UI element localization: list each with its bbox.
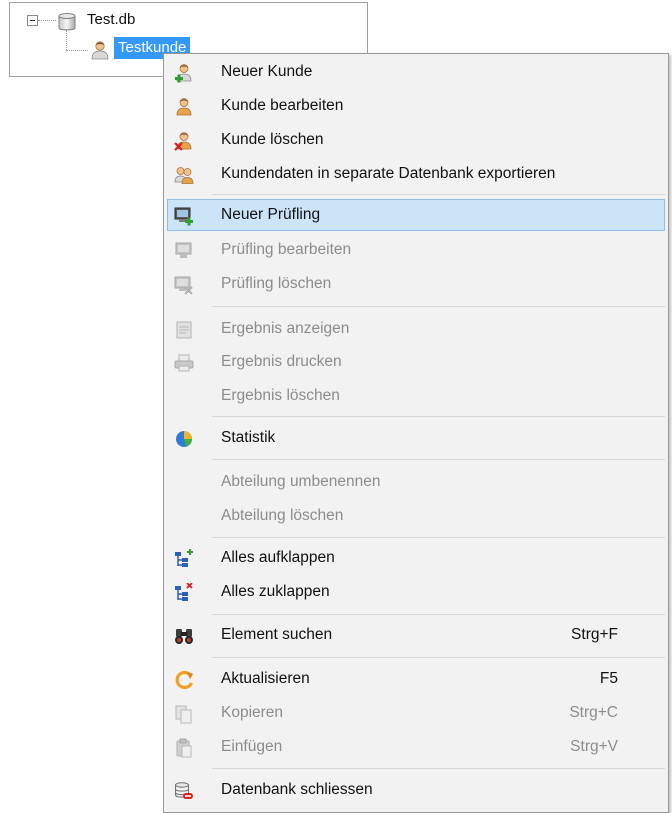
menu-item-label: Kunde löschen xyxy=(221,131,324,148)
menu-item-label: Neuer Kunde xyxy=(221,63,313,80)
menu-item-find-element[interactable]: Element suchen Strg+F xyxy=(167,619,665,651)
menu-item-shortcut: Strg+V xyxy=(570,738,618,755)
menu-item-edit-customer[interactable]: Kunde bearbeiten xyxy=(167,90,665,122)
collapse-all-icon xyxy=(175,583,193,601)
database-icon xyxy=(58,13,76,31)
menu-item-collapse-all[interactable]: Alles zuklappen xyxy=(167,576,665,608)
export-customers-icon xyxy=(174,167,194,184)
paste-icon xyxy=(176,738,192,758)
add-customer-icon xyxy=(175,64,192,83)
menu-item-delete-department[interactable]: Abteilung löschen xyxy=(167,500,665,532)
menu-separator xyxy=(212,537,665,538)
menu-item-label: Einfügen xyxy=(221,738,283,755)
menu-separator xyxy=(212,416,665,417)
expand-all-icon xyxy=(175,549,193,567)
refresh-icon xyxy=(175,670,193,690)
edit-device-icon xyxy=(175,242,192,258)
tree-connector xyxy=(66,30,67,50)
menu-item-label: Element suchen xyxy=(221,626,333,643)
menu-item-copy[interactable]: Kopieren Strg+C xyxy=(167,697,665,729)
collapse-toggle[interactable] xyxy=(27,15,38,26)
printer-icon xyxy=(174,354,194,372)
menu-item-delete-result[interactable]: Ergebnis löschen xyxy=(167,380,665,412)
menu-separator xyxy=(212,194,665,195)
menu-item-label: Abteilung umbenennen xyxy=(221,473,381,490)
menu-item-label: Prüfling bearbeiten xyxy=(221,241,352,258)
menu-item-shortcut: Strg+F xyxy=(571,626,618,643)
tree-root-label[interactable]: Test.db xyxy=(87,11,135,28)
copy-icon xyxy=(175,705,192,724)
menu-item-delete-device[interactable]: Prüfling löschen xyxy=(167,268,665,300)
statistics-pie-icon xyxy=(176,431,192,447)
customer-icon xyxy=(91,41,109,60)
menu-separator xyxy=(212,768,665,769)
menu-separator xyxy=(212,614,665,615)
tree-connector xyxy=(38,20,56,21)
menu-item-label: Kunde bearbeiten xyxy=(221,97,344,114)
menu-item-label: Ergebnis anzeigen xyxy=(221,320,350,337)
binoculars-icon xyxy=(175,629,193,644)
menu-item-label: Alles aufklappen xyxy=(221,549,335,566)
menu-item-statistics[interactable]: Statistik xyxy=(167,422,665,454)
menu-item-delete-customer[interactable]: Kunde löschen xyxy=(167,124,665,156)
menu-item-label: Aktualisieren xyxy=(221,670,310,687)
menu-separator xyxy=(212,306,665,307)
menu-item-label: Statistik xyxy=(221,429,276,446)
menu-item-label: Ergebnis löschen xyxy=(221,387,340,404)
close-database-icon xyxy=(175,782,193,799)
menu-item-refresh[interactable]: Aktualisieren F5 xyxy=(167,663,665,695)
menu-item-label: Kundendaten in separate Datenbank export… xyxy=(221,165,556,182)
menu-item-export-customers[interactable]: Kundendaten in separate Datenbank export… xyxy=(167,158,665,190)
menu-item-shortcut: F5 xyxy=(599,670,618,687)
menu-item-label: Kopieren xyxy=(221,704,284,721)
menu-item-close-database[interactable]: Datenbank schliessen xyxy=(167,774,665,806)
edit-customer-icon xyxy=(176,98,192,116)
menu-item-paste[interactable]: Einfügen Strg+V xyxy=(167,731,665,763)
menu-item-expand-all[interactable]: Alles aufklappen xyxy=(167,542,665,574)
menu-item-label: Ergebnis drucken xyxy=(221,353,342,370)
delete-device-icon xyxy=(174,276,193,295)
new-device-icon xyxy=(174,207,193,226)
menu-item-label: Prüfling löschen xyxy=(221,275,332,292)
menu-item-label: Neuer Prüfling xyxy=(221,206,321,223)
context-menu: Neuer Kunde Kunde bearbeiten Kunde lösch… xyxy=(163,53,669,813)
menu-item-new-device[interactable]: Neuer Prüfling xyxy=(167,199,665,231)
menu-item-edit-device[interactable]: Prüfling bearbeiten xyxy=(167,234,665,266)
menu-item-rename-department[interactable]: Abteilung umbenennen xyxy=(167,466,665,498)
menu-item-new-customer[interactable]: Neuer Kunde xyxy=(167,56,665,88)
delete-customer-icon xyxy=(174,132,192,151)
menu-item-label: Alles zuklappen xyxy=(221,583,330,600)
tree-connector xyxy=(66,50,88,51)
menu-item-show-result[interactable]: Ergebnis anzeigen xyxy=(167,313,665,345)
menu-separator xyxy=(212,657,665,658)
menu-item-label: Abteilung löschen xyxy=(221,507,344,524)
show-result-icon xyxy=(176,321,192,339)
menu-separator xyxy=(212,459,665,460)
menu-item-label: Datenbank schliessen xyxy=(221,781,373,798)
menu-item-shortcut: Strg+C xyxy=(569,704,618,721)
menu-item-print-result[interactable]: Ergebnis drucken xyxy=(167,346,665,378)
